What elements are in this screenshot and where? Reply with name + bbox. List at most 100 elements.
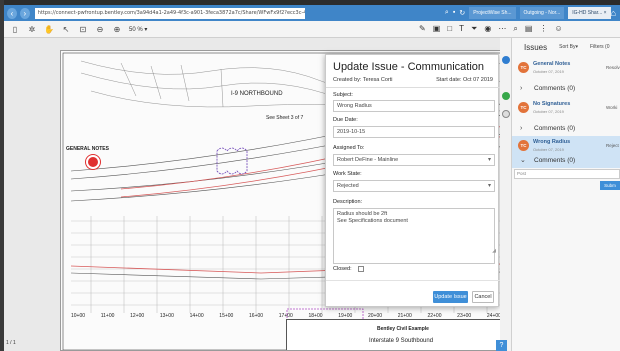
chevron-down-icon: ▾ [487,183,491,189]
work-state-value: Rejected [337,183,359,189]
title-block: Bentley Civil Example Interstate 9 South… [286,319,505,350]
issue-pin-marker[interactable] [86,155,100,169]
issue-status: Resolv [606,65,620,70]
browser-tab-outgoing[interactable]: Outgoing - Nor... [519,7,565,19]
see-sheet-label: See Sheet 3 of 7 [266,115,304,121]
zoom-out-icon[interactable]: ⊖ [94,25,106,34]
closed-label: Closed: [333,266,352,272]
station-label: 12+00 [130,313,145,319]
issue-title: General Notes [533,61,571,67]
browser-tab-projectwise[interactable]: ProjectWise Sh... [469,7,516,19]
issues-title: Issues [524,42,548,52]
pointer-icon[interactable]: ↖ [60,25,72,34]
comment-input[interactable]: Post [514,169,620,179]
viewer-toolbar: ▯ ✲ ✋ ↖ ⊡ ⊖ ⊕ 50 % ▾ ✎ ▣ □ T ⏷ ◉ ⋯ ⌕ ▤ ⋮… [4,21,620,38]
issue-status: Reject [606,143,619,148]
search-icon[interactable]: ⌕ [445,9,449,17]
user-icon[interactable]: ☺ [554,24,562,34]
lock-icon[interactable]: ▪ [453,9,455,17]
markup-tools: ✎ ▣ □ T ⏷ ◉ ⋯ ⌕ ▤ ⋮ ☺ [419,24,563,34]
dialog-footer-divider [326,280,500,281]
menu-icon[interactable]: ⋮ [539,24,547,34]
eye-icon[interactable]: ◉ [484,24,491,34]
marker-blue-icon[interactable] [502,56,510,64]
issue-date: October 07, 2019 [533,69,564,74]
forward-icon[interactable]: › [19,7,30,19]
chevron-down-icon: ▾ [487,157,491,163]
issue-item-no-signatures[interactable]: TC No Signatures October 07, 2019 Worki [512,98,620,120]
titleblock-client: Bentley Civil Example [377,326,429,332]
description-label: Description: [333,199,363,205]
start-date: Start date: Oct 07 2019 [436,77,493,83]
update-issue-button[interactable]: Update Issue [433,291,468,303]
back-icon[interactable]: ‹ [7,7,17,19]
home-icon[interactable]: ⌂ [611,8,620,18]
work-state-select[interactable]: Rejected ▾ [333,180,495,192]
comments-toggle[interactable]: › Comments (0) [512,80,620,96]
chevron-down-icon: ⌄ [520,157,526,164]
hand-icon[interactable]: ✋ [43,25,55,34]
browser-bar: ‹ › https://connect-pwfrontup.bentley.co… [4,5,620,21]
side-marker-strip [500,38,512,351]
station-label: 16+00 [249,313,264,319]
comments-toggle[interactable]: ⌄ Comments (0) [512,152,620,168]
titleblock-project: Interstate 9 Southbound [369,338,434,344]
zoom-in-icon[interactable]: ⊕ [111,25,123,34]
marker-gray-icon[interactable] [502,110,510,118]
avatar: TC [518,102,529,113]
address-bar[interactable]: https://connect-pwfrontup.bentley.com/3a… [34,7,305,19]
refresh-icon[interactable]: ↻ [459,9,465,17]
submit-comment-button[interactable]: Subm [600,181,620,190]
resize-grip-icon[interactable]: ◢ [492,248,496,254]
comments-count: Comments (0) [534,124,576,132]
station-label: 13+00 [159,313,174,319]
zoom-window-icon[interactable]: ⊡ [77,25,89,34]
assigned-to-select[interactable]: Robert DeFine - Mainline ▾ [333,154,495,166]
dialog-title: Update Issue - Communication [333,61,485,73]
note-icon[interactable]: ▣ [433,24,441,34]
closed-checkbox[interactable] [358,266,364,272]
marker-green-icon[interactable] [502,92,510,100]
cancel-button[interactable]: Cancel [472,291,494,303]
zoom-level-select[interactable]: 50 % ▾ [129,26,147,33]
dialog-meta: Created by: Teresa Corti Start date: Oct… [333,77,493,83]
settings-icon[interactable]: ✲ [26,25,38,34]
dialog-divider [326,87,500,88]
subject-label: Subject: [333,92,353,98]
page-indicator: 1 / 1 [6,340,16,346]
browser-tab-share[interactable]: IG-HD Shar... × [568,7,611,19]
issue-title: Wrong Radius [533,139,571,145]
issue-title: No Signatures [533,101,571,107]
issue-item-general-notes[interactable]: TC General Notes October 07, 2019 Resolv [512,58,620,80]
station-label: 10+00 [71,313,86,319]
shape-icon[interactable]: □ [447,24,452,34]
more-icon[interactable]: ⋯ [498,24,506,34]
filters-button[interactable]: Filters (0 [590,44,609,50]
text-icon[interactable]: T [459,24,464,34]
avatar: TC [518,62,529,73]
subject-field[interactable]: Wrong Radius [333,100,495,112]
due-date-label: Due Date: [333,117,358,123]
work-state-label: Work State: [333,171,362,177]
assigned-to-label: Assigned To: [333,145,365,151]
created-by: Created by: Teresa Corti [333,77,393,83]
avatar: TC [518,140,529,151]
comments-toggle[interactable]: › Comments (0) [512,120,620,136]
station-label: 15+00 [219,313,234,319]
sort-by-dropdown[interactable]: Sort By▾ [559,44,578,50]
northbound-label: I-9 NORTHBOUND [231,91,283,97]
pen-icon[interactable]: ✎ [419,24,426,34]
panel-toggle-icon[interactable]: ▯ [9,25,21,34]
update-issue-dialog: Update Issue - Communication Created by:… [325,54,500,307]
general-notes-label: GENERAL NOTES [66,146,109,152]
search-icon[interactable]: ⌕ [513,24,517,34]
due-date-field[interactable]: 2019-10-15 [333,126,495,138]
description-field[interactable]: Radius should be 2ft See Specifications … [333,208,495,264]
filter-icon[interactable]: ⏷ [471,24,477,34]
issue-status: Worki [606,105,618,110]
issue-date: October 07, 2019 [533,109,564,114]
print-icon[interactable]: ▤ [525,24,533,34]
chevron-right-icon: › [520,124,523,132]
help-button[interactable]: ? [496,340,507,351]
issues-header: Issues Sort By▾ Filters (0 [512,38,620,56]
